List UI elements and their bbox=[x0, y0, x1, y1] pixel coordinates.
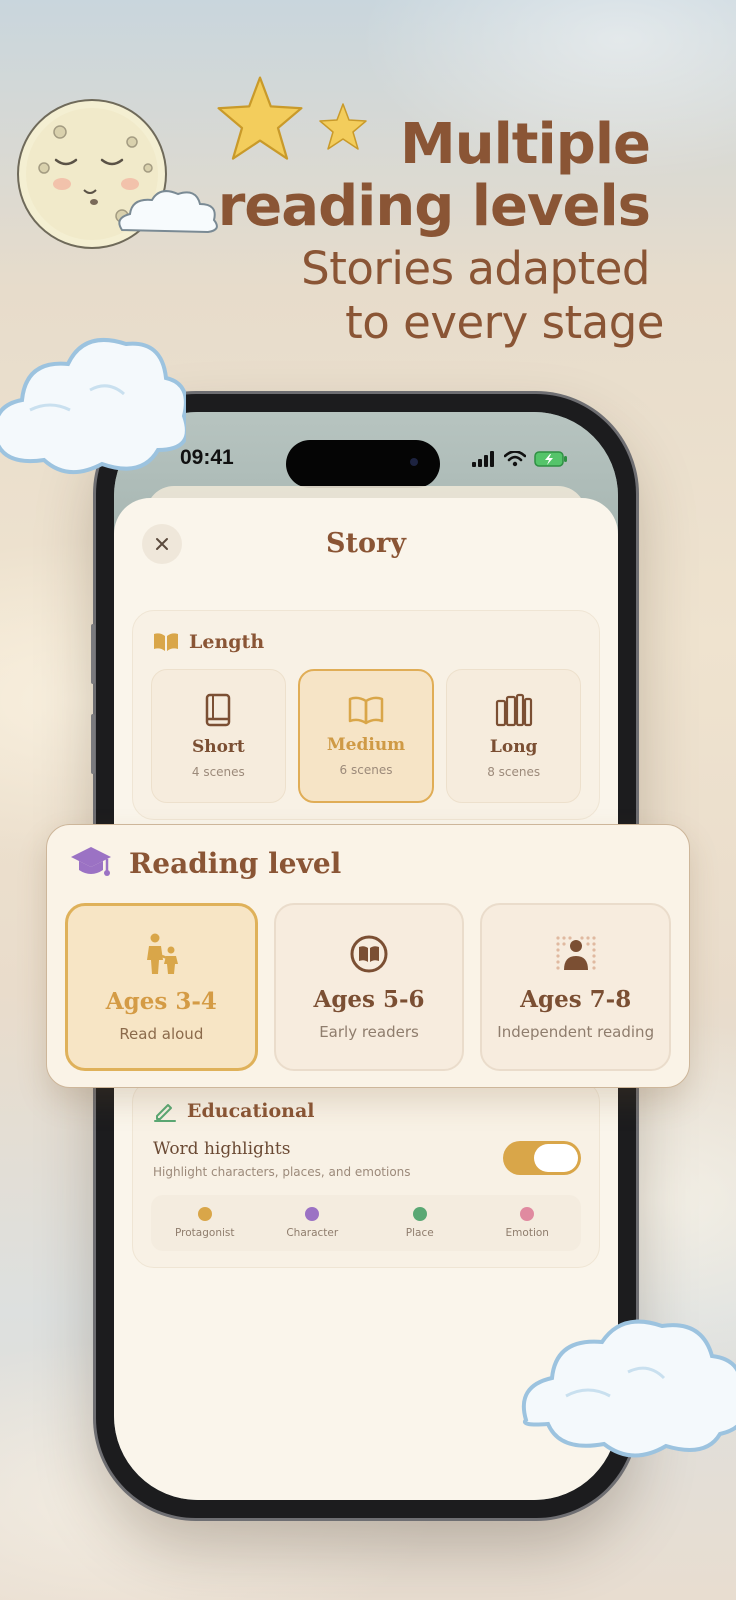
reading-level-sub: Early readers bbox=[319, 1022, 419, 1041]
legend-label: Place bbox=[405, 1227, 434, 1239]
headline-title-line1: Multiple bbox=[399, 112, 651, 177]
educational-header: Educational bbox=[153, 1099, 314, 1123]
book-closed-icon bbox=[206, 693, 231, 727]
headline-title: Multiple reading levels bbox=[217, 112, 651, 239]
legend-dot bbox=[412, 1207, 427, 1221]
legend-dot bbox=[520, 1207, 535, 1221]
pencil-icon bbox=[154, 1104, 176, 1122]
length-option-sub: 4 scenes bbox=[191, 765, 245, 779]
legend-label: Protagonist bbox=[175, 1227, 235, 1239]
length-header: Length bbox=[153, 631, 264, 653]
length-option-long[interactable]: Long 8 scenes bbox=[446, 669, 582, 803]
status-time: 09:41 bbox=[180, 446, 234, 469]
length-option-sub: 8 scenes bbox=[487, 765, 541, 779]
signal-icon bbox=[472, 451, 494, 467]
book-circle-icon bbox=[350, 935, 388, 972]
camera-dot bbox=[410, 458, 418, 466]
battery-charging-icon bbox=[534, 451, 567, 467]
dynamic-island bbox=[286, 440, 440, 488]
length-option-sub: 6 scenes bbox=[339, 763, 393, 777]
legend-item-emotion: Emotion bbox=[474, 1195, 582, 1251]
length-option-short[interactable]: Short 4 scenes bbox=[151, 669, 286, 803]
status-bar: 09:41 bbox=[114, 440, 618, 488]
highlight-legend: Protagonist Character Place Emotion bbox=[151, 1195, 581, 1251]
length-options: Short 4 scenes Medium 6 scenes Long 8 sc… bbox=[151, 669, 582, 803]
length-title: Length bbox=[189, 631, 265, 653]
legend-item-place: Place bbox=[366, 1195, 474, 1251]
length-option-label: Long bbox=[489, 737, 538, 757]
headline-subtitle-line1: Stories adapted bbox=[301, 242, 650, 295]
educational-title: Educational bbox=[187, 1100, 315, 1122]
length-option-label: Medium bbox=[326, 735, 406, 755]
word-highlights-description: Highlight characters, places, and emotio… bbox=[153, 1165, 411, 1179]
legend-label: Character bbox=[286, 1227, 339, 1239]
cloud-top-left-illustration bbox=[0, 338, 186, 475]
reading-level-sub: Read aloud bbox=[119, 1024, 204, 1043]
legend-dot bbox=[197, 1207, 212, 1221]
legend-item-protagonist: Protagonist bbox=[151, 1195, 259, 1251]
reading-level-title: Reading level bbox=[129, 846, 342, 880]
toggle-knob bbox=[534, 1144, 578, 1172]
graduation-cap-icon bbox=[71, 847, 111, 876]
reading-level-option-ages-7-8[interactable]: Ages 7-8 Independent reading bbox=[480, 903, 672, 1071]
length-card: Length Short 4 scenes Medium 6 scenes Lo… bbox=[132, 610, 600, 820]
reading-level-label: Ages 5-6 bbox=[313, 985, 425, 1013]
reading-level-card: Reading level Ages 3-4 Read aloud Ages 5… bbox=[46, 824, 690, 1088]
word-highlights-label: Word highlights bbox=[153, 1139, 291, 1159]
moon-cloud-illustration bbox=[118, 190, 218, 234]
reading-level-option-ages-3-4[interactable]: Ages 3-4 Read aloud bbox=[65, 903, 258, 1071]
word-highlights-toggle[interactable] bbox=[503, 1141, 581, 1175]
legend-item-character: Character bbox=[259, 1195, 367, 1251]
status-icons bbox=[472, 450, 568, 468]
sheet-title: Story bbox=[326, 528, 406, 559]
reader-person-icon bbox=[556, 935, 596, 970]
reading-level-options: Ages 3-4 Read aloud Ages 5-6 Early reade… bbox=[65, 903, 672, 1071]
length-option-medium[interactable]: Medium 6 scenes bbox=[297, 669, 435, 803]
reading-level-label: Ages 7-8 bbox=[520, 985, 632, 1013]
educational-card: Educational Word highlights Highlight ch… bbox=[132, 1080, 600, 1268]
reading-level-option-ages-5-6[interactable]: Ages 5-6 Early readers bbox=[273, 903, 465, 1071]
reading-level-header: Reading level bbox=[69, 843, 341, 883]
legend-dot bbox=[305, 1207, 320, 1221]
books-icon bbox=[495, 693, 532, 727]
headline-title-line2: reading levels bbox=[217, 174, 651, 239]
parent-child-icon bbox=[147, 933, 179, 974]
reading-level-label: Ages 3-4 bbox=[105, 987, 217, 1015]
headline-subtitle: Stories adapted to every stage bbox=[218, 242, 664, 350]
open-book-icon bbox=[154, 633, 178, 651]
wifi-icon bbox=[504, 451, 526, 467]
headline-subtitle-line2: to every stage bbox=[345, 296, 664, 349]
reading-level-sub: Independent reading bbox=[497, 1022, 655, 1041]
cloud-bottom-right-illustration bbox=[521, 1319, 736, 1458]
headline: Multiple reading levels Stories adapted … bbox=[217, 112, 665, 350]
book-open-icon bbox=[348, 696, 384, 725]
length-option-label: Short bbox=[191, 737, 245, 757]
legend-label: Emotion bbox=[505, 1227, 549, 1239]
